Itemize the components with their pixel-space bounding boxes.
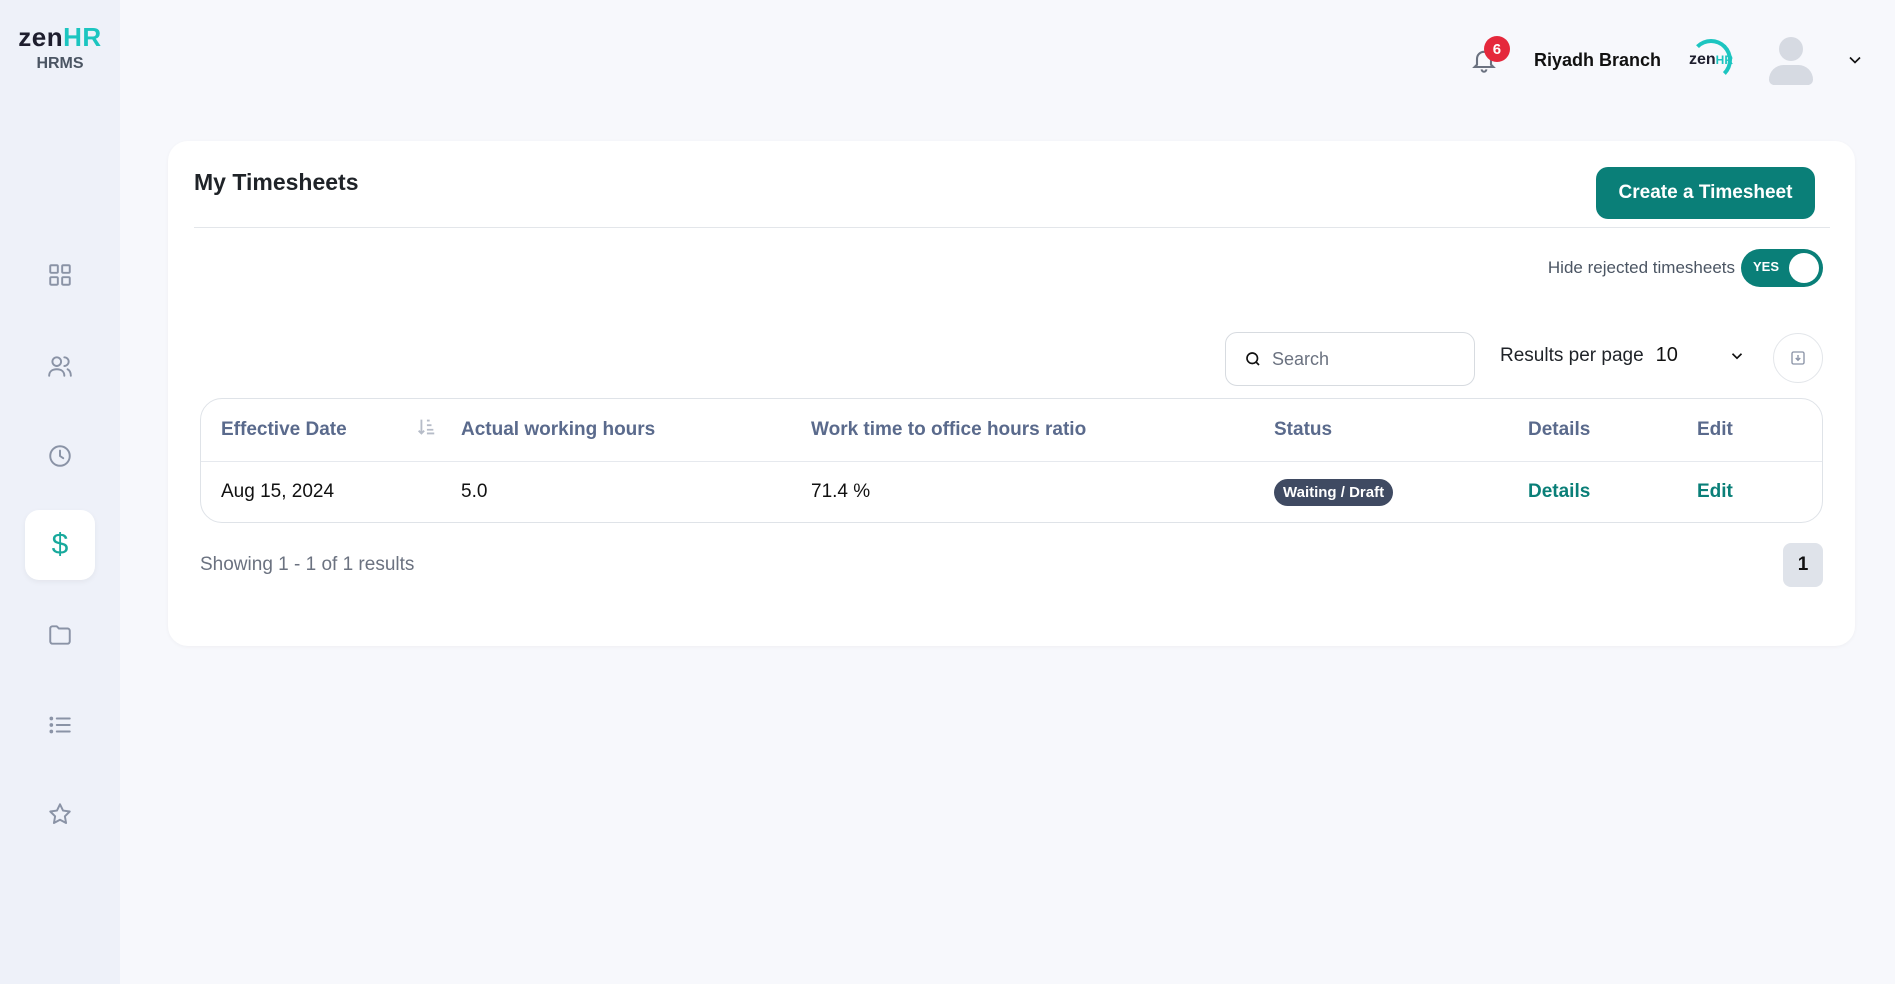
chevron-down-icon bbox=[1849, 56, 1861, 64]
logo-main-text: zen bbox=[18, 22, 64, 52]
hide-rejected-label: Hide rejected timesheets bbox=[1547, 258, 1735, 277]
results-per-page: Results per page 10 bbox=[1500, 344, 1746, 367]
column-actual-working-hours: Actual working hours bbox=[461, 399, 811, 462]
cell-edit: Edit bbox=[1697, 461, 1822, 522]
folder-icon bbox=[49, 625, 71, 645]
export-button[interactable] bbox=[1773, 333, 1823, 383]
sidebar-item-favorites[interactable] bbox=[25, 779, 95, 849]
user-avatar[interactable] bbox=[1767, 37, 1813, 85]
dollar-icon: $ bbox=[51, 528, 69, 561]
results-summary: Showing 1 - 1 of 1 results bbox=[200, 554, 415, 575]
status-badge: Waiting / Draft bbox=[1274, 478, 1394, 506]
chevron-down-icon bbox=[1731, 352, 1742, 359]
column-effective-date-label: Effective Date bbox=[221, 418, 347, 440]
zenhr-logo[interactable]: zenHR HRMS bbox=[0, 22, 120, 73]
star-icon bbox=[49, 803, 71, 824]
sidebar-item-requests[interactable] bbox=[25, 690, 95, 760]
page-button-1[interactable]: 1 bbox=[1783, 543, 1823, 587]
sidebar: zenHR HRMS $ bbox=[0, 0, 120, 984]
timesheets-table: Effective Date Actual working hours Work… bbox=[200, 398, 1823, 523]
column-status: Status bbox=[1274, 399, 1528, 462]
download-icon bbox=[1791, 351, 1805, 365]
dashboard-icon bbox=[49, 264, 71, 286]
sort-icon[interactable] bbox=[415, 416, 437, 444]
user-menu-toggle[interactable] bbox=[1845, 50, 1865, 70]
cell-actual-hours: 5.0 bbox=[461, 481, 488, 503]
notification-count-badge: 6 bbox=[1483, 36, 1510, 62]
cell-details: Details bbox=[1528, 461, 1697, 522]
table-header-row: Effective Date Actual working hours Work… bbox=[201, 399, 1822, 462]
hide-rejected-row: Hide rejected timesheets YES bbox=[1548, 249, 1823, 287]
details-link[interactable]: Details bbox=[1528, 481, 1590, 502]
timesheets-card: My Timesheets Create a Timesheet Hide re… bbox=[168, 141, 1855, 646]
branch-name[interactable]: Riyadh Branch bbox=[1534, 50, 1661, 71]
table-row: Aug 15, 2024 5.0 71.4 % Waiting / Draft … bbox=[201, 461, 1822, 522]
company-logo-main: zen bbox=[1688, 51, 1716, 68]
sidebar-item-dashboard[interactable] bbox=[25, 240, 95, 310]
cell-status: Waiting / Draft bbox=[1274, 461, 1528, 522]
sidebar-item-attendance[interactable] bbox=[25, 421, 95, 491]
company-logo-accent: HR bbox=[1715, 53, 1733, 67]
page-title: My Timesheets bbox=[194, 169, 359, 195]
column-details: Details bbox=[1528, 399, 1697, 462]
results-per-page-label: Results per page bbox=[1500, 344, 1644, 366]
logo-accent-text: HR bbox=[63, 22, 102, 52]
top-bar: 6 Riyadh Branch zenHR bbox=[1464, 30, 1865, 90]
company-logo: zenHR bbox=[1681, 38, 1741, 82]
hide-rejected-toggle[interactable]: YES bbox=[1741, 249, 1823, 287]
cell-ratio: 71.4 % bbox=[811, 481, 871, 503]
sidebar-item-employees[interactable] bbox=[25, 331, 95, 401]
sidebar-item-payroll[interactable]: $ bbox=[25, 510, 95, 580]
search-box bbox=[1225, 332, 1475, 386]
users-icon bbox=[48, 356, 72, 377]
create-timesheet-button[interactable]: Create a Timesheet bbox=[1596, 167, 1815, 219]
column-edit: Edit bbox=[1697, 399, 1822, 462]
avatar-head bbox=[1779, 37, 1803, 61]
list-icon bbox=[49, 716, 71, 734]
edit-link[interactable]: Edit bbox=[1697, 481, 1733, 502]
search-icon bbox=[1246, 352, 1260, 366]
results-per-page-value: 10 bbox=[1655, 344, 1678, 366]
logo-subtitle: HRMS bbox=[36, 55, 84, 72]
notifications-button[interactable]: 6 bbox=[1464, 36, 1510, 80]
cell-effective-date: Aug 15, 2024 bbox=[221, 481, 335, 503]
column-effective-date[interactable]: Effective Date bbox=[201, 399, 461, 462]
avatar-body bbox=[1769, 65, 1813, 85]
card-divider bbox=[194, 227, 1830, 228]
results-per-page-select[interactable]: 10 bbox=[1656, 344, 1746, 367]
toggle-state-text: YES bbox=[1753, 259, 1780, 274]
search-input[interactable] bbox=[1272, 348, 1462, 370]
clock-icon bbox=[49, 445, 71, 467]
column-work-ratio: Work time to office hours ratio bbox=[811, 399, 1274, 462]
toggle-knob bbox=[1789, 253, 1819, 283]
sidebar-item-documents[interactable] bbox=[25, 600, 95, 670]
